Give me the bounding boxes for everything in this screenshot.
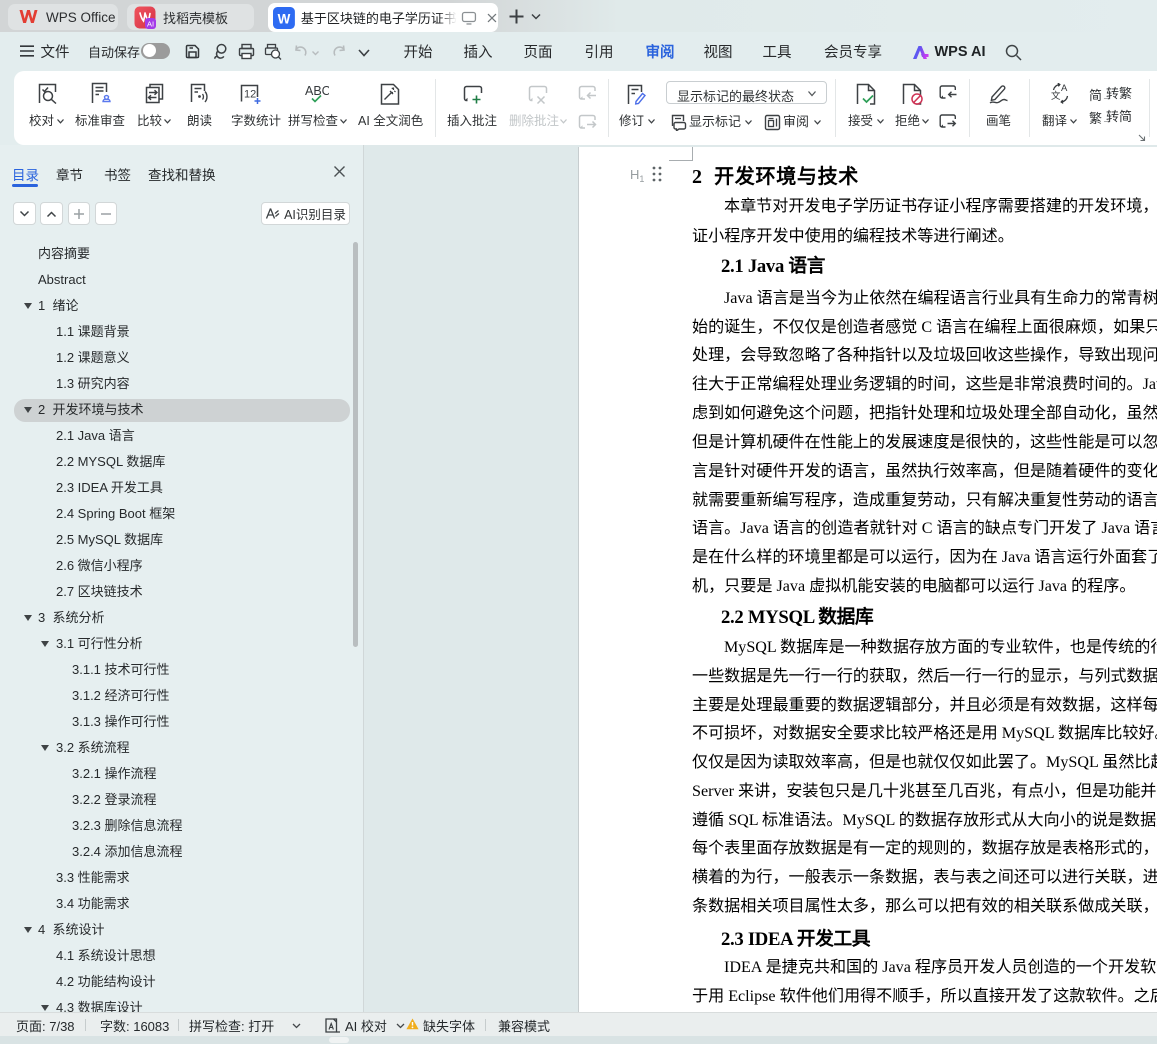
svg-text:W: W — [278, 11, 291, 26]
svg-text:A: A — [1061, 83, 1068, 94]
svg-text:文: 文 — [1051, 90, 1061, 102]
svg-text:ABC: ABC — [305, 85, 329, 98]
svg-text:AI: AI — [147, 19, 154, 28]
svg-text:12: 12 — [244, 89, 256, 101]
